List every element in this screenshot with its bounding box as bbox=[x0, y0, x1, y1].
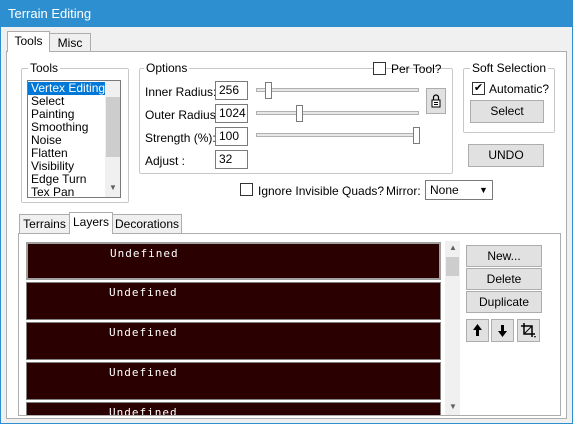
layer-row[interactable]: Undefined bbox=[26, 322, 441, 360]
tools-listbox[interactable]: Vertex Editing Select Painting Smoothing Noi… bbox=[27, 80, 121, 198]
tab-layers[interactable]: Layers bbox=[69, 212, 113, 234]
mirror-dropdown[interactable]: None ▼ bbox=[425, 180, 493, 200]
tool-item[interactable]: Tex Pan bbox=[28, 186, 105, 198]
chevron-down-icon[interactable]: ▼ bbox=[105, 183, 120, 192]
lock-icon bbox=[431, 94, 441, 108]
inner-radius-slider[interactable] bbox=[265, 82, 272, 99]
inner-radius-slider-track bbox=[256, 88, 419, 92]
arrow-down-icon bbox=[498, 325, 507, 337]
layer-row[interactable]: Undefined bbox=[26, 282, 441, 320]
tools-scroll-thumb[interactable] bbox=[106, 97, 120, 157]
duplicate-layer-label: Duplicate bbox=[478, 295, 530, 309]
strength-field[interactable]: 100 bbox=[215, 127, 248, 146]
tab-layers-label: Layers bbox=[72, 215, 110, 229]
move-down-button[interactable] bbox=[491, 319, 514, 342]
window-border-left bbox=[0, 27, 1, 424]
tools-group-label: Tools bbox=[28, 61, 61, 75]
new-layer-label: New... bbox=[487, 249, 521, 263]
select-button[interactable]: Select bbox=[470, 100, 544, 123]
duplicate-layer-button[interactable]: Duplicate bbox=[466, 291, 542, 313]
crop-icon bbox=[521, 323, 536, 338]
window-title: Terrain Editing bbox=[8, 6, 92, 21]
title-bar[interactable]: Terrain Editing bbox=[0, 0, 573, 27]
tab-misc[interactable]: Misc bbox=[49, 33, 91, 52]
tab-decorations[interactable]: Decorations bbox=[112, 214, 182, 233]
mirror-value: None bbox=[430, 183, 459, 197]
adjust-label: Adjust : bbox=[145, 154, 186, 168]
tab-decorations-label: Decorations bbox=[114, 217, 180, 231]
layer-row[interactable]: Undefined bbox=[26, 242, 441, 280]
delete-layer-button[interactable]: Delete bbox=[466, 268, 542, 290]
chevron-down-icon: ▼ bbox=[479, 185, 488, 195]
ignore-invisible-label: Ignore Invisible Quads? bbox=[258, 184, 385, 198]
tab-tools-label: Tools bbox=[14, 34, 43, 48]
options-group-label: Options bbox=[144, 61, 190, 75]
layer-name: Undefined bbox=[109, 406, 178, 415]
ignore-invisible-checkbox[interactable] bbox=[240, 183, 253, 196]
layer-row[interactable]: Undefined bbox=[26, 362, 441, 400]
per-tool-checkbox[interactable] bbox=[373, 62, 386, 75]
soft-selection-label: Soft Selection bbox=[470, 61, 549, 75]
automatic-label: Automatic? bbox=[489, 82, 550, 96]
arrow-up-icon bbox=[473, 324, 482, 336]
tab-tools[interactable]: Tools bbox=[7, 31, 50, 52]
per-tool-label: Per Tool? bbox=[391, 62, 442, 76]
layer-name: Undefined bbox=[109, 286, 178, 299]
tab-terrains-label: Terrains bbox=[23, 217, 66, 231]
layers-scroll-thumb[interactable] bbox=[446, 257, 459, 276]
outer-radius-field[interactable]: 1024 bbox=[215, 104, 248, 123]
outer-radius-slider-track bbox=[256, 111, 419, 115]
automatic-checkbox[interactable]: ✔ bbox=[472, 82, 485, 95]
layers-list[interactable]: Undefined Undefined Undefined Undefined Unde… bbox=[24, 240, 444, 415]
undo-button[interactable]: UNDO bbox=[468, 144, 544, 167]
lock-button[interactable] bbox=[426, 88, 446, 114]
chevron-down-icon[interactable]: ▼ bbox=[445, 402, 461, 411]
inner-radius-label: Inner Radius: bbox=[145, 85, 217, 99]
layer-name: Undefined bbox=[110, 247, 179, 260]
layer-name: Undefined bbox=[109, 326, 178, 339]
delete-layer-label: Delete bbox=[486, 272, 522, 286]
outer-radius-label: Outer Radius: bbox=[145, 108, 220, 122]
tab-misc-label: Misc bbox=[57, 36, 83, 50]
strength-label: Strength (%): bbox=[145, 131, 216, 145]
new-layer-button[interactable]: New... bbox=[466, 245, 542, 267]
tab-terrains[interactable]: Terrains bbox=[19, 214, 70, 233]
layers-scrollbar[interactable]: ▲ ▼ bbox=[445, 241, 460, 415]
layer-row[interactable]: Undefined bbox=[26, 402, 441, 415]
adjust-field[interactable]: 32 bbox=[215, 150, 248, 169]
crop-button[interactable] bbox=[517, 319, 540, 342]
tools-scrollbar[interactable]: ▼ bbox=[105, 81, 120, 197]
strength-slider[interactable] bbox=[413, 127, 420, 144]
strength-slider-track bbox=[256, 133, 419, 137]
chevron-up-icon[interactable]: ▲ bbox=[445, 243, 461, 252]
outer-radius-slider[interactable] bbox=[296, 105, 303, 122]
inner-radius-field[interactable]: 256 bbox=[215, 81, 248, 100]
move-up-button[interactable] bbox=[466, 319, 489, 342]
mirror-label: Mirror: bbox=[386, 184, 421, 198]
layer-name: Undefined bbox=[109, 366, 178, 379]
